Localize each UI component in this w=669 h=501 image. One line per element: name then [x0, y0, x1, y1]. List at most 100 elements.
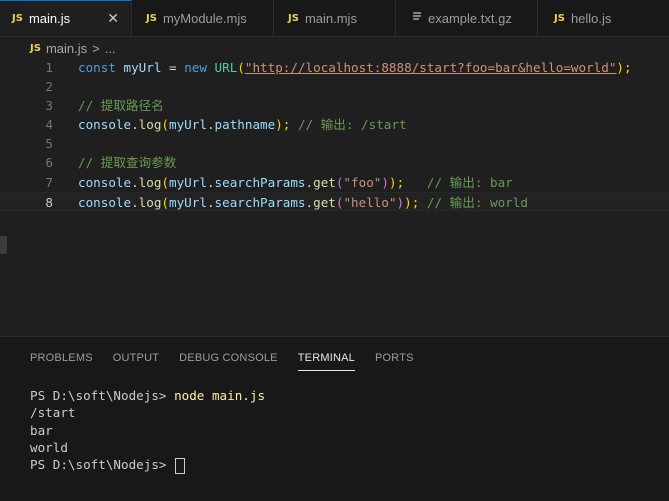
tab-debug-console[interactable]: DEBUG CONSOLE — [169, 337, 288, 377]
dot: . — [131, 174, 139, 190]
paren: ( — [161, 117, 170, 133]
function: get — [313, 194, 336, 210]
tab-problems[interactable]: PROBLEMS — [20, 337, 103, 377]
comment: // 输出: bar — [404, 174, 513, 190]
terminal-prompt: PS D:\soft\Nodejs> — [30, 388, 175, 403]
variable: myUrl — [169, 117, 207, 133]
scroll-indicator[interactable] — [0, 236, 7, 254]
tab-terminal[interactable]: TERMINAL — [288, 337, 365, 377]
property: pathname — [214, 117, 276, 133]
dot: . — [131, 117, 139, 133]
terminal-line: PS D:\soft\Nodejs> node main.js — [30, 387, 265, 404]
keyword: const — [78, 60, 116, 75]
terminal-prompt: PS D:\soft\Nodejs> — [30, 457, 175, 473]
code-line: 1 const myUrl = new URL("http://localhos… — [0, 58, 669, 77]
comment: // 输出: world — [419, 194, 528, 210]
tab-label: main.js — [28, 11, 71, 26]
function: log — [138, 174, 162, 190]
terminal-line: /start — [30, 405, 76, 421]
bottom-panel: PROBLEMS OUTPUT DEBUG CONSOLE TERMINAL P… — [0, 336, 669, 501]
code-editor[interactable]: 1 const myUrl = new URL("http://localhos… — [0, 58, 669, 336]
paren: ) — [396, 194, 405, 210]
paren: ); — [616, 60, 632, 75]
breadcrumb-file[interactable]: main.js — [46, 41, 87, 56]
tab-hello-js[interactable]: JS hello.js — [538, 0, 669, 36]
line-number: 8 — [45, 194, 53, 210]
code-line: 7 console.log(myUrl.searchParams.get("fo… — [0, 173, 669, 192]
line-number: 5 — [45, 136, 53, 152]
tab-main-js[interactable]: JS main.js ✕ — [0, 0, 132, 36]
code-line: 3 // 提取路径名 — [0, 96, 669, 115]
js-icon: JS — [554, 12, 565, 24]
line-number: 1 — [45, 60, 53, 75]
terminal-line: world — [30, 439, 68, 455]
tab-label: main.mjs — [304, 10, 357, 26]
tab-label: myModule.mjs — [162, 10, 247, 26]
code-line: 2 — [0, 77, 669, 96]
object: console — [78, 174, 132, 190]
comment: // 提取路径名 — [78, 98, 164, 114]
code-line: 4 console.log(myUrl.pathname); // 输出: /s… — [0, 115, 669, 134]
comment: // 输出: /start — [290, 117, 407, 133]
string-url[interactable]: "http://localhost:8888/start?foo=bar&hel… — [245, 60, 617, 75]
variable: myUrl — [123, 60, 162, 75]
tab-ports[interactable]: PORTS — [365, 337, 424, 377]
function: log — [138, 194, 162, 210]
js-icon: JS — [12, 13, 23, 24]
operator: = — [161, 60, 185, 75]
line-number: 6 — [45, 155, 53, 171]
property: searchParams — [214, 174, 306, 190]
breadcrumb: JS main.js > ... — [0, 37, 669, 59]
dot: . — [131, 194, 139, 210]
terminal-line: bar — [30, 422, 53, 438]
keyword: new — [184, 60, 207, 75]
breadcrumb-separator: > — [92, 40, 100, 56]
paren: ( — [237, 60, 245, 75]
paren: ( — [161, 174, 170, 190]
tab-label: hello.js — [570, 10, 612, 26]
code-line-current: 8 console.log(myUrl.searchParams.get("he… — [0, 191, 669, 211]
paren: ); — [275, 117, 291, 133]
js-icon: JS — [146, 12, 157, 24]
line-number: 4 — [45, 117, 53, 133]
file-lines-icon — [412, 11, 422, 25]
object: console — [78, 117, 132, 133]
code-line: 5 — [0, 134, 669, 153]
tab-example-txt-gz[interactable]: example.txt.gz — [396, 0, 538, 36]
comment: // 提取查询参数 — [78, 155, 177, 171]
variable: myUrl — [169, 174, 207, 190]
paren: ( — [161, 194, 170, 210]
close-icon[interactable]: ✕ — [107, 10, 119, 27]
paren: ); — [388, 174, 405, 190]
string: "foo" — [343, 174, 382, 190]
line-number: 2 — [45, 79, 53, 95]
function: log — [138, 117, 162, 133]
paren: ); — [404, 194, 420, 210]
tab-mymodule-mjs[interactable]: JS myModule.mjs — [132, 0, 274, 36]
code-line: 6 // 提取查询参数 — [0, 153, 669, 172]
dot: . — [305, 174, 314, 190]
panel-tab-bar: PROBLEMS OUTPUT DEBUG CONSOLE TERMINAL P… — [0, 337, 669, 377]
function: get — [313, 174, 336, 190]
terminal-output[interactable]: PS D:\soft\Nodejs> node main.js /start b… — [30, 387, 265, 474]
class-name: URL — [214, 60, 238, 75]
tab-label: example.txt.gz — [428, 10, 512, 26]
line-number: 3 — [45, 98, 53, 114]
property: searchParams — [214, 194, 306, 210]
dot: . — [305, 194, 314, 210]
js-icon: JS — [30, 42, 41, 54]
object: console — [78, 194, 132, 210]
js-icon: JS — [288, 12, 299, 24]
tab-main-mjs[interactable]: JS main.mjs — [274, 0, 396, 36]
paren: ) — [381, 174, 389, 190]
string: "hello" — [343, 194, 397, 210]
variable: myUrl — [169, 194, 207, 210]
dot: . — [206, 174, 215, 190]
tab-output[interactable]: OUTPUT — [103, 337, 169, 377]
editor-tab-bar: JS main.js ✕ JS myModule.mjs JS main.mjs… — [0, 0, 669, 37]
line-number: 7 — [45, 174, 53, 190]
terminal-cursor — [175, 457, 186, 474]
terminal-line: PS D:\soft\Nodejs> — [30, 456, 265, 474]
terminal-command: node main.js — [174, 388, 266, 403]
breadcrumb-symbol[interactable]: ... — [105, 41, 116, 56]
